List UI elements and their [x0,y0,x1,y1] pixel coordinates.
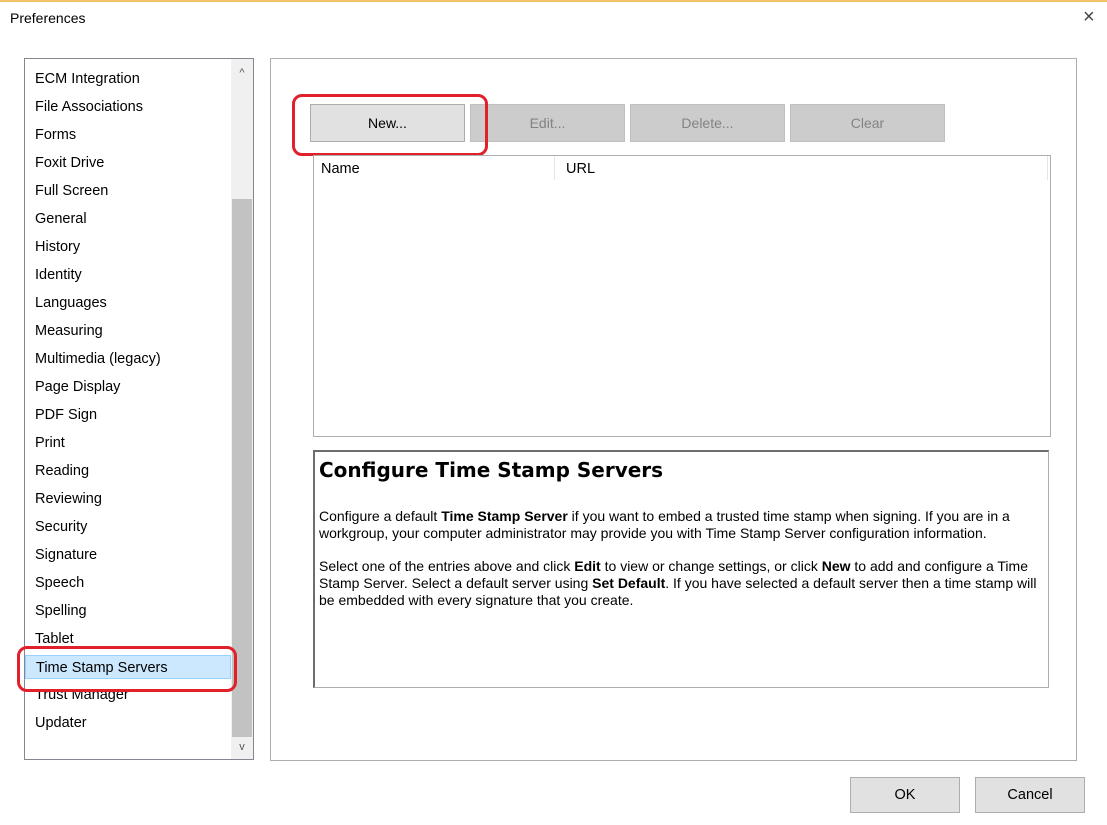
help-bold-term: Set Default [592,575,666,591]
category-item-time-stamp-servers[interactable]: Time Stamp Servers [25,655,231,679]
help-paragraph-1: Configure a default Time Stamp Server if… [319,508,1044,542]
category-item-spelling[interactable]: Spelling [25,599,231,623]
category-item-trust-manager[interactable]: Trust Manager [25,683,231,707]
help-text: Select one of the entries above and clic… [319,558,575,574]
category-item-foxit-drive[interactable]: Foxit Drive [25,151,231,175]
category-item-ecm-integration[interactable]: ECM Integration [25,67,231,91]
category-item-general[interactable]: General [25,207,231,231]
category-item-file-associations[interactable]: File Associations [25,95,231,119]
help-bold-term: Edit [574,558,601,574]
category-item-page-display[interactable]: Page Display [25,375,231,399]
category-item-tablet[interactable]: Tablet [25,627,231,651]
category-item-languages[interactable]: Languages [25,291,231,315]
help-text: to view or change settings, or click [600,558,822,574]
category-item-security[interactable]: Security [25,515,231,539]
category-item-pdf-sign[interactable]: PDF Sign [25,403,231,427]
category-item-updater[interactable]: Updater [25,711,231,735]
help-title: Configure Time Stamp Servers [319,458,664,482]
window-title: Preferences [10,10,86,26]
clear-button[interactable]: Clear [790,104,945,142]
new-button[interactable]: New... [310,104,465,142]
category-item-reviewing[interactable]: Reviewing [25,487,231,511]
time-stamp-server-table[interactable]: Name URL [313,155,1051,437]
category-item-full-screen[interactable]: Full Screen [25,179,231,203]
category-item-history[interactable]: History [25,235,231,259]
help-bold-term: New [821,558,851,574]
column-separator[interactable] [1047,156,1048,180]
category-scrollbar[interactable]: ^ v [231,59,253,759]
category-item-measuring[interactable]: Measuring [25,319,231,343]
category-item-forms[interactable]: Forms [25,123,231,147]
scroll-thumb[interactable] [232,199,252,737]
help-bold-term: Time Stamp Server [441,508,568,524]
ok-button[interactable]: OK [850,777,960,813]
window-top-border [0,0,1107,2]
cancel-button[interactable]: Cancel [975,777,1085,813]
column-header-name[interactable]: Name [321,161,360,177]
scroll-down-icon[interactable]: v [231,737,253,757]
category-list[interactable]: ECM Integration File Associations Forms Fox… [24,58,254,760]
category-item-speech[interactable]: Speech [25,571,231,595]
category-item-reading[interactable]: Reading [25,459,231,483]
edit-button[interactable]: Edit... [470,104,625,142]
delete-button[interactable]: Delete... [630,104,785,142]
category-item-print[interactable]: Print [25,431,231,455]
close-icon[interactable]: × [1083,7,1095,27]
column-separator[interactable] [554,156,555,180]
category-item-multimedia-legacy[interactable]: Multimedia (legacy) [25,347,231,371]
category-item-signature[interactable]: Signature [25,543,231,567]
category-item-identity[interactable]: Identity [25,263,231,287]
help-paragraph-2: Select one of the entries above and clic… [319,558,1044,609]
column-header-url[interactable]: URL [566,161,595,177]
help-text: Configure a default [319,508,442,524]
scroll-up-icon[interactable]: ^ [231,63,253,83]
help-panel: Configure Time Stamp Servers Configure a… [313,450,1049,688]
